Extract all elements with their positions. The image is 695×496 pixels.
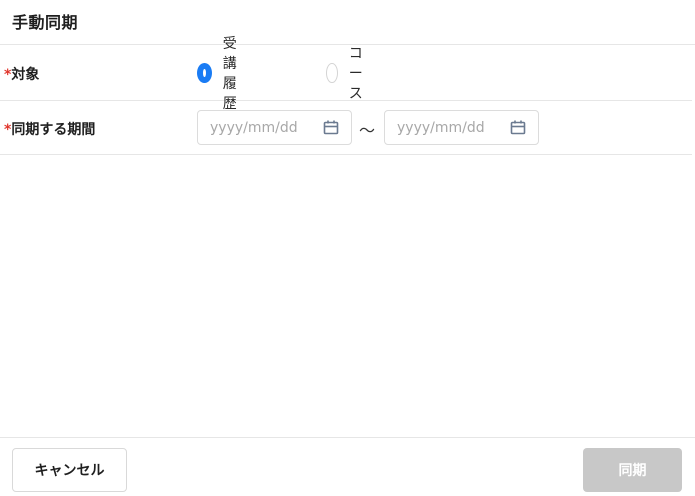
target-row: *対象 受講履歴 コース [0,36,692,112]
radio-unchecked-icon[interactable] [326,63,338,83]
sync-button[interactable]: 同期 [583,448,682,492]
date-to-input[interactable] [397,118,502,138]
calendar-icon[interactable] [323,120,339,135]
date-range-separator: 〜 [359,121,376,140]
dialog-title: 手動同期 [12,13,79,32]
period-row: *同期する期間 〜 [0,101,692,155]
date-to-field[interactable] [384,110,539,145]
cancel-button[interactable]: キャンセル [12,448,127,492]
target-label-text: 対象 [11,67,40,83]
dialog-footer: キャンセル 同期 [0,437,695,496]
manual-sync-dialog: 手動同期 *対象 受講履歴 コース *同期する期間 yyyy/mm/dd 〜 y… [0,0,695,496]
calendar-icon[interactable] [510,120,526,135]
period-label-text: 同期する期間 [11,122,96,138]
radio-option-course[interactable]: コース [326,46,371,102]
radio-checked-icon[interactable] [197,63,212,83]
date-from-input[interactable] [210,118,315,138]
period-label: *同期する期間 [4,119,95,139]
radio-option-history[interactable]: 受講履歴 [197,36,242,112]
radio-option-label: コース [348,46,363,102]
dialog-header: 手動同期 [0,0,695,45]
date-from-field[interactable] [197,110,352,145]
target-label: *対象 [4,64,39,84]
